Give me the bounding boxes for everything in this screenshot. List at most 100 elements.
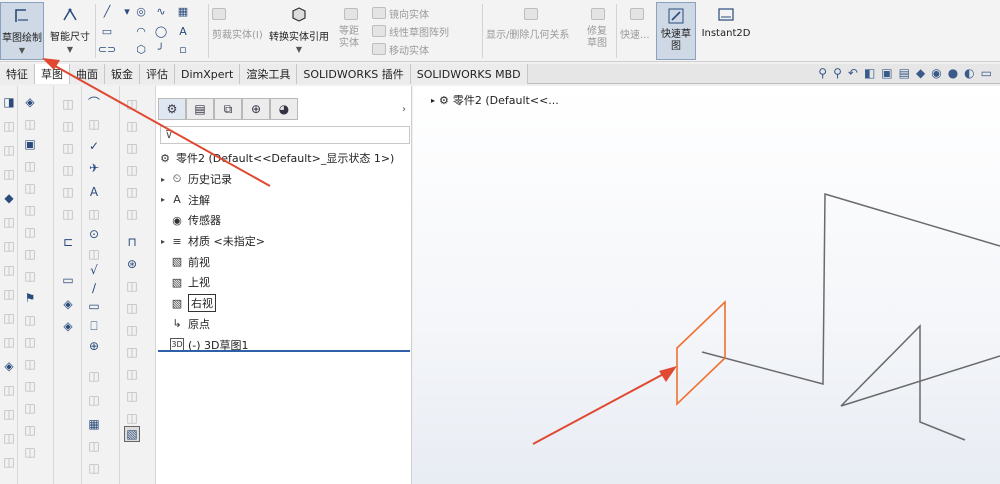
configuration-tab-icon[interactable]: ⧉: [214, 98, 242, 120]
tool-icon[interactable]: ◫: [124, 96, 140, 112]
tool-icon[interactable]: ◫: [86, 246, 102, 262]
sketch-button[interactable]: 草图绘制 ▼: [0, 2, 44, 60]
rollback-bar[interactable]: [158, 350, 410, 352]
tool-icon[interactable]: ◫: [1, 454, 17, 470]
tool-icon[interactable]: ◫: [86, 392, 102, 408]
tool-icon[interactable]: ◫: [22, 334, 38, 350]
tool-icon[interactable]: ◫: [60, 206, 76, 222]
tool-icon[interactable]: ⊛: [124, 256, 140, 272]
tool-icon[interactable]: ◫: [22, 400, 38, 416]
tool-icon[interactable]: ◫: [60, 140, 76, 156]
tool-icon[interactable]: ◫: [1, 238, 17, 254]
plane-sketch-icon[interactable]: ▦: [174, 4, 192, 18]
slot-icon[interactable]: ⊂⊃: [98, 42, 116, 56]
tool-icon[interactable]: ◫: [1, 214, 17, 230]
property-manager-tab-icon[interactable]: ▤: [186, 98, 214, 120]
tool-icon[interactable]: ◫: [86, 460, 102, 476]
tool-icon[interactable]: ◫: [86, 438, 102, 454]
edit-appearance-icon[interactable]: ●: [948, 66, 958, 80]
tool-icon[interactable]: ◫: [124, 278, 140, 294]
tree-item[interactable]: ▸ ⏲ 历史记录: [156, 169, 412, 190]
tool-icon[interactable]: ◫: [86, 206, 102, 222]
line-icon[interactable]: ╱: [98, 4, 116, 18]
point-icon[interactable]: ▫: [174, 42, 192, 56]
chevron-right-icon[interactable]: ›: [402, 104, 406, 115]
tool-icon[interactable]: ▦: [86, 416, 102, 432]
tool-icon[interactable]: ◫: [86, 368, 102, 384]
chevron-right-icon[interactable]: ▸: [156, 195, 170, 204]
chevron-right-icon[interactable]: ▸: [156, 175, 170, 184]
tab-4[interactable]: 评估: [140, 64, 175, 84]
tree-root-part[interactable]: ⚙ 零件2 (Default<<Default>_显示状态 1>): [156, 148, 412, 169]
tool-icon[interactable]: ▧: [124, 426, 140, 442]
tree-item[interactable]: ▸ ≡ 材质 <未指定>: [156, 231, 412, 252]
tool-icon[interactable]: ✈: [86, 160, 102, 176]
fillet-icon[interactable]: ╯: [152, 42, 170, 56]
ellipse-icon[interactable]: ◯: [152, 24, 170, 38]
tab-0[interactable]: 特征: [0, 64, 35, 84]
tool-icon[interactable]: ∕: [86, 280, 102, 296]
zoom-fit-icon[interactable]: ⚲: [818, 66, 827, 80]
tool-icon[interactable]: ◫: [124, 184, 140, 200]
tool-icon[interactable]: ◈: [22, 94, 38, 110]
polygon-icon[interactable]: ⬡: [132, 42, 150, 56]
tool-icon[interactable]: ◫: [86, 116, 102, 132]
tool-icon[interactable]: ◫: [1, 118, 17, 134]
tool-icon[interactable]: ◫: [22, 224, 38, 240]
circle-icon[interactable]: ◎: [132, 4, 150, 18]
quick-snaps-button[interactable]: 快速...: [620, 24, 654, 42]
tool-icon[interactable]: ◫: [22, 356, 38, 372]
tool-icon[interactable]: ◫: [60, 162, 76, 178]
tool-icon[interactable]: ◫: [124, 366, 140, 382]
tool-icon[interactable]: ⊙: [86, 226, 102, 242]
offset-button[interactable]: 等距实体: [336, 24, 362, 52]
linear-pattern-button[interactable]: 线性草图阵列: [372, 22, 482, 40]
text-icon[interactable]: A: [174, 24, 192, 38]
tool-icon[interactable]: ◫: [124, 118, 140, 134]
tab-2[interactable]: 曲面: [70, 64, 105, 84]
tool-icon[interactable]: ◫: [124, 410, 140, 426]
hide-show-icon[interactable]: ◉: [931, 66, 941, 80]
arc-icon[interactable]: ◠: [132, 24, 150, 38]
tool-icon[interactable]: ◫: [1, 334, 17, 350]
tool-icon[interactable]: ⊓: [124, 234, 140, 250]
section-view-icon[interactable]: ◧: [864, 66, 875, 80]
tool-icon[interactable]: ◨: [1, 94, 17, 110]
rectangle-icon[interactable]: ▭: [98, 24, 116, 38]
tree-item[interactable]: ◉ 传感器: [156, 210, 412, 231]
dynamic-annotation-icon[interactable]: ▣: [881, 66, 892, 80]
tool-icon[interactable]: ◫: [1, 406, 17, 422]
dimxpert-tab-icon[interactable]: ⊕: [242, 98, 270, 120]
tool-icon[interactable]: ◫: [22, 116, 38, 132]
tool-icon[interactable]: ◫: [22, 268, 38, 284]
chevron-down-icon[interactable]: ▼: [19, 46, 25, 55]
tool-icon[interactable]: √: [86, 262, 102, 278]
chevron-right-icon[interactable]: ▸: [431, 96, 435, 105]
tool-icon[interactable]: ◫: [1, 142, 17, 158]
spell-check-icon[interactable]: ✓: [86, 138, 102, 154]
display-manager-tab-icon[interactable]: ◕: [270, 98, 298, 120]
filter-input[interactable]: ⊽: [160, 126, 410, 144]
tab-6[interactable]: 渲染工具: [240, 64, 298, 84]
tool-icon[interactable]: ◫: [1, 382, 17, 398]
tool-icon[interactable]: ▭: [86, 298, 102, 314]
tool-icon[interactable]: ⎕: [86, 318, 102, 334]
feature-tree-tab-icon[interactable]: ⚙: [158, 98, 186, 120]
tool-icon[interactable]: ◫: [60, 118, 76, 134]
tool-icon[interactable]: ◫: [124, 344, 140, 360]
convert-entities-button[interactable]: 转换实体引用 ▼: [266, 2, 332, 60]
3d-sketch-zigzag[interactable]: [840, 324, 1000, 441]
display-style-icon[interactable]: ◆: [916, 66, 925, 80]
chevron-down-icon[interactable]: ▼: [67, 45, 73, 54]
apply-scene-icon[interactable]: ◐: [964, 66, 974, 80]
tool-icon[interactable]: ◫: [124, 388, 140, 404]
tool-icon[interactable]: ◫: [22, 246, 38, 262]
chevron-right-icon[interactable]: ▸: [156, 237, 170, 246]
tab-7[interactable]: SOLIDWORKS 插件: [297, 64, 411, 84]
view-orientation-icon[interactable]: ▤: [899, 66, 910, 80]
move-entities-button[interactable]: 移动实体: [372, 40, 482, 58]
tool-icon[interactable]: ◫: [1, 166, 17, 182]
tool-icon[interactable]: ◫: [60, 96, 76, 112]
tool-icon[interactable]: ◫: [22, 312, 38, 328]
tree-item[interactable]: ↳ 原点: [156, 314, 412, 335]
